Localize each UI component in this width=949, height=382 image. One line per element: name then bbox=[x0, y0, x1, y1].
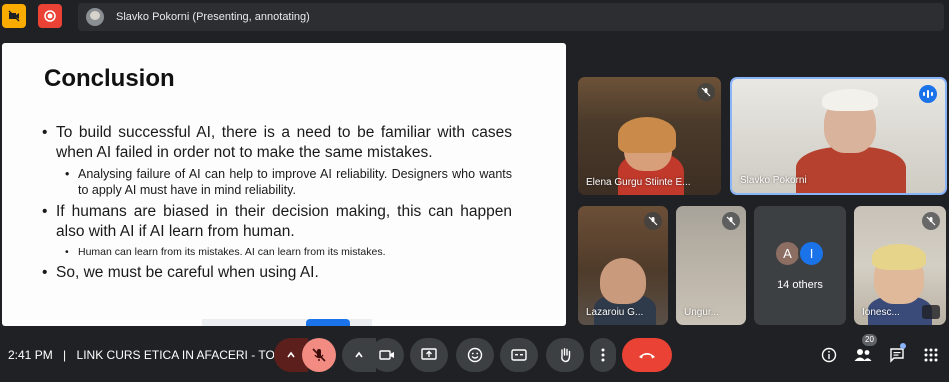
mic-off-icon bbox=[701, 87, 711, 97]
sub-bullet-2: Human can learn from its mistakes. AI ca… bbox=[42, 245, 512, 259]
recording-button[interactable] bbox=[38, 4, 62, 28]
others-avatars: A I bbox=[774, 240, 830, 268]
bullet-1: To build successful AI, there is a need … bbox=[42, 123, 512, 163]
meeting-info: 2:41 PM | LINK CURS ETICA IN AFACERI - T… bbox=[8, 348, 285, 362]
participant-body bbox=[796, 147, 906, 193]
slide-bullets: To build successful AI, there is a need … bbox=[42, 123, 512, 286]
participant-tile-ungur[interactable]: Ungur... bbox=[676, 206, 746, 325]
captions-icon bbox=[511, 349, 527, 361]
end-call-icon bbox=[639, 353, 655, 359]
speaking-indicator bbox=[919, 85, 937, 103]
people-icon bbox=[854, 349, 872, 361]
more-vert-icon bbox=[601, 348, 605, 362]
slide-footer-accent bbox=[306, 319, 350, 326]
mic-off-icon bbox=[648, 216, 658, 226]
meeting-title: LINK CURS ETICA IN AFACERI - TO... bbox=[76, 348, 285, 362]
others-avatar-i: I bbox=[798, 240, 825, 267]
participant-tile-elena[interactable]: Elena Gurgu Stiinte E... bbox=[578, 77, 721, 195]
presenter-banner[interactable]: Slavko Pokorni (Presenting, annotating) bbox=[78, 3, 944, 31]
participant-name: Ionesc... bbox=[862, 307, 900, 318]
meeting-details-button[interactable] bbox=[818, 344, 840, 366]
activities-button[interactable] bbox=[920, 344, 942, 366]
participant-name: Elena Gurgu Stiinte E... bbox=[586, 177, 691, 188]
participant-hair bbox=[822, 89, 878, 111]
chevron-up-icon bbox=[287, 351, 295, 358]
people-count-badge: 20 bbox=[862, 334, 877, 346]
participant-hair bbox=[618, 117, 676, 153]
others-count-label: 14 others bbox=[777, 279, 823, 291]
raise-hand-button[interactable] bbox=[546, 338, 584, 372]
slide-footer-bar bbox=[202, 319, 372, 326]
slide-title: Conclusion bbox=[44, 65, 175, 92]
pip-icon[interactable] bbox=[922, 305, 940, 319]
participant-name: Ungur... bbox=[684, 307, 720, 318]
mic-off-icon bbox=[726, 216, 736, 226]
sub-bullet-1: Analysing failure of AI can help to impr… bbox=[42, 166, 512, 198]
apps-grid-icon bbox=[924, 348, 938, 362]
info-separator: | bbox=[63, 348, 67, 362]
chat-icon bbox=[890, 348, 904, 363]
muted-indicator bbox=[697, 83, 715, 101]
microphone-toggle-button[interactable] bbox=[302, 338, 336, 372]
muted-indicator bbox=[722, 212, 740, 230]
bottom-bar: 2:41 PM | LINK CURS ETICA IN AFACERI - T… bbox=[0, 334, 949, 382]
presenter-label: Slavko Pokorni (Presenting, annotating) bbox=[116, 11, 310, 23]
present-screen-button[interactable] bbox=[410, 338, 448, 372]
more-options-button[interactable] bbox=[590, 338, 616, 372]
participant-head bbox=[600, 258, 646, 304]
presenter-avatar bbox=[86, 8, 104, 26]
chat-notification-dot bbox=[900, 343, 906, 349]
participant-tile-ionesc[interactable]: Ionesc... bbox=[854, 206, 946, 325]
mic-off-icon bbox=[312, 348, 326, 362]
camera-toggle-button[interactable] bbox=[370, 338, 404, 372]
hand-icon bbox=[561, 348, 571, 363]
participant-tile-lazaroiu[interactable]: Lazaroiu G... bbox=[578, 206, 668, 325]
bullet-2: If humans are biased in their decision m… bbox=[42, 202, 512, 242]
clock-time: 2:41 PM bbox=[8, 348, 53, 362]
people-button[interactable] bbox=[852, 344, 874, 366]
participant-name: Lazaroiu G... bbox=[586, 307, 644, 318]
camera-off-icon bbox=[8, 10, 20, 22]
muted-indicator bbox=[922, 212, 940, 230]
muted-indicator bbox=[644, 212, 662, 230]
chevron-up-icon bbox=[355, 351, 363, 358]
participant-hair bbox=[872, 244, 926, 270]
captions-button[interactable] bbox=[500, 338, 538, 372]
others-avatar-a: A bbox=[774, 240, 801, 267]
camera-off-warning-button[interactable] bbox=[2, 4, 26, 28]
shared-slide: Conclusion To build successful AI, there… bbox=[2, 43, 566, 326]
mic-off-icon bbox=[926, 216, 936, 226]
reactions-button[interactable] bbox=[456, 338, 494, 372]
participant-tile-others[interactable]: A I 14 others bbox=[754, 206, 846, 325]
record-icon bbox=[44, 10, 56, 22]
camera-icon bbox=[379, 350, 394, 360]
info-icon bbox=[821, 347, 837, 363]
present-icon bbox=[421, 348, 437, 360]
participant-name: Slavko Pokorni bbox=[740, 175, 807, 186]
participant-tile-slavko[interactable]: Slavko Pokorni bbox=[730, 77, 947, 195]
top-bar: Slavko Pokorni (Presenting, annotating) bbox=[0, 0, 949, 34]
meet-window: Slavko Pokorni (Presenting, annotating) … bbox=[0, 0, 949, 382]
emoji-icon bbox=[467, 347, 483, 363]
bullet-3: So, we must be careful when using AI. bbox=[42, 263, 512, 283]
leave-call-button[interactable] bbox=[622, 338, 672, 372]
